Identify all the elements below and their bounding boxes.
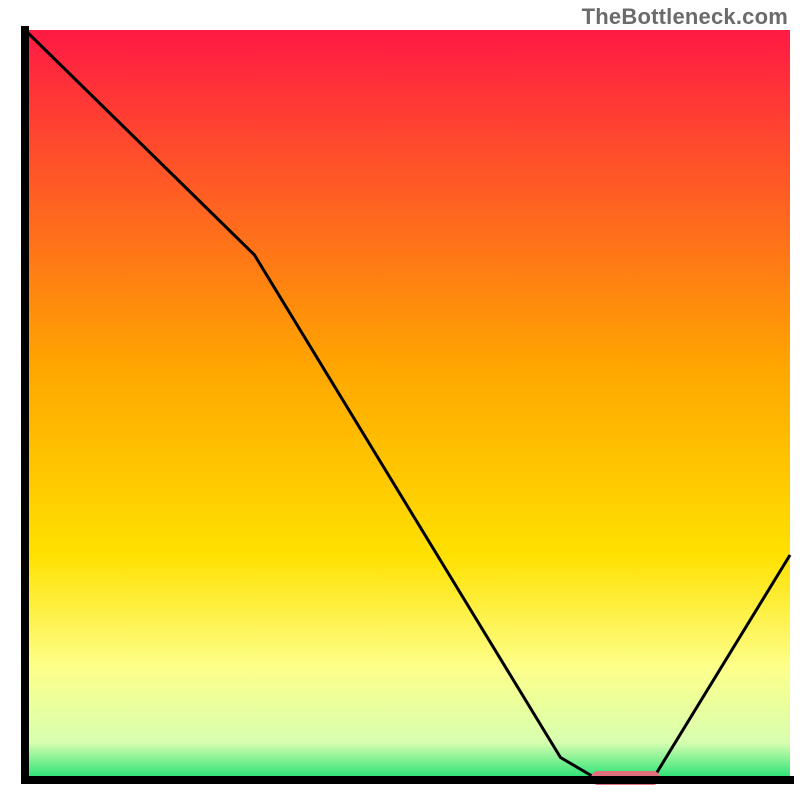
watermark-label: TheBottleneck.com (582, 4, 788, 30)
bottleneck-chart (0, 0, 800, 800)
chart-container: TheBottleneck.com (0, 0, 800, 800)
